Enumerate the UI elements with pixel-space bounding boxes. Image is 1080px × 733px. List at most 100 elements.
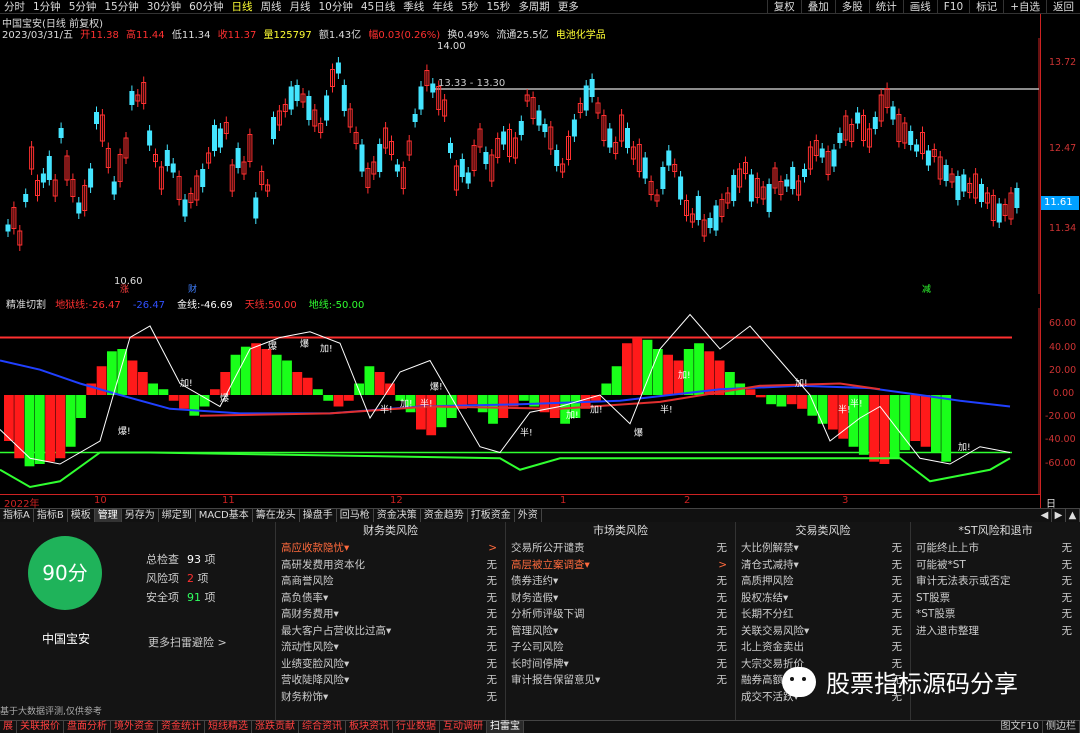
risk-row[interactable]: 可能终止上市 无 xyxy=(911,540,1080,557)
status-tab-2[interactable]: 盘面分析 xyxy=(64,721,111,733)
histogram-bar xyxy=(828,395,838,430)
indicator-tab-12[interactable]: 打板资金 xyxy=(468,509,515,522)
risk-item-value: 无 xyxy=(716,674,728,686)
tool-button-6[interactable]: 标记 xyxy=(969,0,1003,14)
status-tab-10[interactable]: 互动调研 xyxy=(440,721,487,733)
arrow-right-icon[interactable]: ▶ xyxy=(1052,509,1066,522)
period-tab-4[interactable]: 30分钟 xyxy=(143,0,185,14)
risk-item-value: 无 xyxy=(716,608,728,620)
status-tab-0[interactable]: 展 xyxy=(0,721,17,733)
more-scan-link[interactable]: 更多扫雷避险 > xyxy=(148,634,227,650)
histogram-bar xyxy=(333,395,344,407)
tool-button-4[interactable]: 画线 xyxy=(902,0,937,14)
period-tab-2[interactable]: 5分钟 xyxy=(65,0,101,14)
status-tab-5[interactable]: 短线精选 xyxy=(205,721,252,733)
risk-row[interactable]: 营收陡降风险▾ 无 xyxy=(276,672,505,689)
period-tab-6[interactable]: 日线 xyxy=(228,0,257,14)
period-tab-11[interactable]: 季线 xyxy=(399,0,428,14)
period-tab-13[interactable]: 5秒 xyxy=(457,0,482,14)
candlestick-chart[interactable]: 14.0013.33 - 13.3010.60涨财减 xyxy=(0,38,1040,294)
period-tab-5[interactable]: 60分钟 xyxy=(185,0,227,14)
risk-row[interactable]: ST股票 无 xyxy=(911,590,1080,607)
indicator-tab-8[interactable]: 操盘手 xyxy=(300,509,337,522)
risk-row[interactable]: 管理风险▾ 无 xyxy=(506,623,735,640)
risk-row[interactable]: 财务造假▾ 无 xyxy=(506,590,735,607)
indicator-tab-10[interactable]: 资金决策 xyxy=(374,509,421,522)
risk-row[interactable]: 进入退市整理 无 xyxy=(911,623,1080,640)
risk-row[interactable]: 流动性风险▾ 无 xyxy=(276,639,505,656)
status-right-1[interactable]: 侧边栏 xyxy=(1043,721,1080,733)
status-tab-3[interactable]: 境外资金 xyxy=(111,721,158,733)
arrow-up-icon[interactable]: ▲ xyxy=(1066,509,1080,522)
period-tab-16[interactable]: 更多 xyxy=(554,0,583,14)
period-tab-7[interactable]: 周线 xyxy=(257,0,286,14)
indicator-tab-7[interactable]: 籌在龙头 xyxy=(253,509,300,522)
risk-row[interactable]: *ST股票 无 xyxy=(911,606,1080,623)
indicator-tab-3[interactable]: 管理 xyxy=(94,509,122,522)
indicator-tab-13[interactable]: 外资 xyxy=(515,509,542,522)
risk-row[interactable]: 高研发费用资本化 无 xyxy=(276,557,505,574)
status-tab-7[interactable]: 综合资讯 xyxy=(299,721,346,733)
indicator-tab-5[interactable]: 绑定到 xyxy=(159,509,196,522)
risk-row[interactable]: 大比例解禁▾ 无 xyxy=(736,540,910,557)
tool-button-1[interactable]: 叠加 xyxy=(800,0,835,14)
histogram-bar xyxy=(14,395,25,459)
risk-row[interactable]: 高财务费用▾ 无 xyxy=(276,606,505,623)
risk-row[interactable]: 交易所公开谴责 无 xyxy=(506,540,735,557)
tool-button-3[interactable]: 统计 xyxy=(868,0,903,14)
status-tab-1[interactable]: 关联报价 xyxy=(17,721,64,733)
risk-row[interactable]: 关联交易风险▾ 无 xyxy=(736,623,910,640)
risk-row[interactable]: 分析师评级下调 无 xyxy=(506,606,735,623)
risk-row[interactable]: 业绩变脸风险▾ 无 xyxy=(276,656,505,673)
period-tab-0[interactable]: 分时 xyxy=(0,0,29,14)
period-tab-12[interactable]: 年线 xyxy=(428,0,457,14)
arrow-left-icon[interactable]: ◀ xyxy=(1038,509,1052,522)
risk-row[interactable]: 子公司风险 无 xyxy=(506,639,735,656)
indicator-tab-2[interactable]: 模板 xyxy=(68,509,95,522)
tool-button-5[interactable]: F10 xyxy=(936,0,969,14)
signal-annotation: 爆 xyxy=(634,426,643,438)
period-tab-8[interactable]: 月线 xyxy=(286,0,315,14)
tool-button-0[interactable]: 复权 xyxy=(766,0,801,14)
period-tab-15[interactable]: 多周期 xyxy=(514,0,554,14)
indicator-tab-1[interactable]: 指标B xyxy=(34,509,68,522)
period-tab-1[interactable]: 1分钟 xyxy=(29,0,65,14)
period-tab-14[interactable]: 15秒 xyxy=(482,0,514,14)
candle xyxy=(748,174,754,202)
status-tab-9[interactable]: 行业数据 xyxy=(393,721,440,733)
period-tab-9[interactable]: 10分钟 xyxy=(315,0,357,14)
risk-row[interactable]: 财务粉饰▾ 无 xyxy=(276,689,505,706)
risk-row[interactable]: 高质押风险 无 xyxy=(736,573,910,590)
risk-row[interactable]: 债券违约▾ 无 xyxy=(506,573,735,590)
risk-row[interactable]: 高层被立案调查▾ > xyxy=(506,557,735,574)
indicator-tab-11[interactable]: 资金趋势 xyxy=(421,509,468,522)
signal-annotation: 加! xyxy=(590,404,603,415)
indicator-tab-0[interactable]: 指标A xyxy=(0,509,34,522)
risk-row[interactable]: 最大客户占营收比过高▾ 无 xyxy=(276,623,505,640)
risk-row[interactable]: 可能被*ST 无 xyxy=(911,557,1080,574)
risk-row[interactable]: 高负债率▾ 无 xyxy=(276,590,505,607)
indicator-chart[interactable]: 爆!加!爆爆爆加!爆!半!加! 半!半!加!加!爆半!加!加!半!加!半! xyxy=(0,308,1040,494)
status-tab-11[interactable]: 扫雷宝 xyxy=(487,721,524,733)
risk-row[interactable]: 股权冻结▾ 无 xyxy=(736,590,910,607)
indicator-tab-4[interactable]: 另存为 xyxy=(122,509,159,522)
risk-row[interactable]: 清仓式减持▾ 无 xyxy=(736,557,910,574)
status-tab-8[interactable]: 板块资讯 xyxy=(346,721,393,733)
risk-row[interactable]: 长期不分红 无 xyxy=(736,606,910,623)
tool-button-2[interactable]: 多股 xyxy=(834,0,869,14)
period-tab-10[interactable]: 45日线 xyxy=(357,0,399,14)
status-tab-4[interactable]: 资金统计 xyxy=(158,721,205,733)
risk-row[interactable]: 高应收款隐忧▾ > xyxy=(276,540,505,557)
period-tab-3[interactable]: 15分钟 xyxy=(100,0,142,14)
status-right-0[interactable]: 图文F10 xyxy=(998,721,1043,733)
risk-row[interactable]: 北上资金卖出 无 xyxy=(736,639,910,656)
status-tab-6[interactable]: 涨跌贡献 xyxy=(252,721,299,733)
risk-row[interactable]: 审计报告保留意见▾ 无 xyxy=(506,672,735,689)
risk-row[interactable]: 审计无法表示或否定 无 xyxy=(911,573,1080,590)
tool-button-8[interactable]: 返回 xyxy=(1046,0,1080,14)
indicator-tab-6[interactable]: MACD基本 xyxy=(196,509,253,522)
tool-button-7[interactable]: +自选 xyxy=(1003,0,1046,14)
indicator-tab-9[interactable]: 回马枪 xyxy=(337,509,374,522)
risk-row[interactable]: 高商誉风险 无 xyxy=(276,573,505,590)
risk-row[interactable]: 长时间停牌▾ 无 xyxy=(506,656,735,673)
